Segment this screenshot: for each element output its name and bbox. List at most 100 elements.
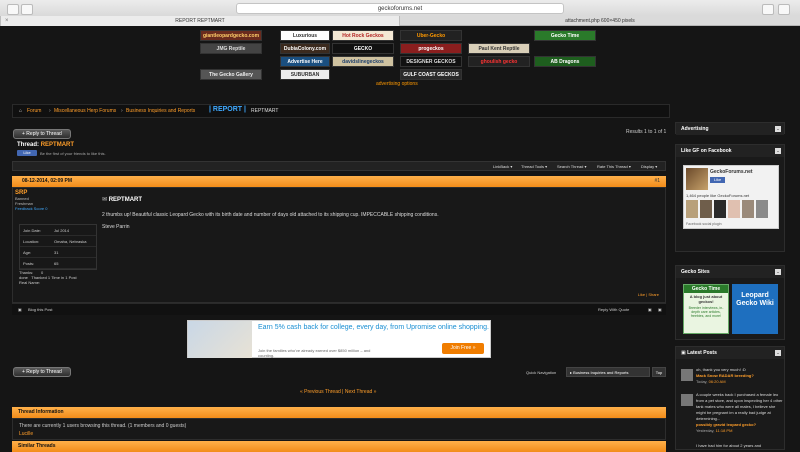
latest-post-item[interactable]: A couple weeks back I purchased a female…	[696, 392, 784, 434]
avatar[interactable]	[686, 200, 698, 218]
upromise-ad[interactable]: Earn 5% cash back for college, every day…	[187, 320, 491, 358]
sidebar-facebook: Like GF on Facebook – GeckoForums.net Lik…	[675, 144, 785, 252]
avatar[interactable]	[681, 369, 693, 381]
quick-navigation-select[interactable]: ▸ Business Inquiries and Reports	[566, 367, 650, 377]
facebook-like-button[interactable]: Like	[17, 150, 37, 156]
reply-to-thread-button[interactable]: + Reply to Thread	[13, 129, 71, 139]
post-header: 08-12-2014, 02:09 PM #1	[12, 176, 666, 187]
quick-navigation-label: Quick Navigation	[526, 370, 557, 375]
banner-ad[interactable]: progeckos	[400, 43, 462, 54]
thread-tools-menu[interactable]: Thread Tools ▾	[521, 164, 547, 169]
breadcrumb-separator: ›	[121, 108, 123, 114]
reply-to-thread-button-bottom[interactable]: + Reply to Thread	[13, 367, 71, 377]
top-button[interactable]: Top	[652, 367, 666, 377]
facebook-widget: GeckoForums.net Like 1,464 people like G…	[683, 165, 779, 229]
banner-ad[interactable]: SUBURBAN GECKOS	[280, 69, 330, 80]
tabs-icon[interactable]	[778, 4, 790, 15]
reply-with-quote-link[interactable]: Reply With Quote	[598, 307, 629, 312]
thread-title: Thread: REPTMART	[17, 142, 75, 148]
share-link[interactable]: Share	[648, 292, 659, 297]
sidebar-icon[interactable]	[21, 4, 33, 15]
tab-attachment[interactable]: attachment.php 600×450 pixels	[400, 16, 800, 26]
banner-ad[interactable]: Hot Rock Geckos	[332, 30, 394, 41]
facebook-plugin-label: Facebook social plugin	[686, 222, 722, 226]
share-icon[interactable]	[762, 4, 774, 15]
prev-next-thread[interactable]: « Previous Thread | Next Thread »	[300, 389, 376, 395]
post: SRP Banned Freshman Feedback Score 0 Joi…	[12, 187, 666, 303]
collapse-icon[interactable]: –	[775, 350, 781, 356]
blog-this-post-link[interactable]: Blog this Post	[28, 307, 52, 312]
advertising-options-link[interactable]: advertising options	[376, 81, 418, 87]
feedback-score[interactable]: Feedback Score 0	[15, 206, 97, 211]
avatar[interactable]	[756, 200, 768, 218]
banner-ad[interactable]: Luxurious Leopards	[280, 30, 330, 41]
blog-icon: ▣	[18, 307, 22, 312]
close-icon[interactable]: ×	[5, 16, 9, 26]
multiquote-icon[interactable]: ▣	[648, 307, 652, 312]
quick-reply-icon[interactable]: ▣	[658, 307, 662, 312]
banner-ad[interactable]: davidslinegeckos	[332, 56, 394, 67]
linkback-menu[interactable]: LinkBack ▾	[493, 164, 512, 169]
breadcrumb-misc-herp[interactable]: Miscellaneous Herp Forums	[54, 108, 116, 114]
rate-thread-menu[interactable]: Rate This Thread ▾	[597, 164, 631, 169]
banner-ad[interactable]: ghoulish gecko	[468, 56, 530, 67]
tab-report[interactable]: × REPORT REPTMART	[0, 16, 400, 26]
avatar[interactable]	[728, 200, 740, 218]
banner-ad[interactable]: JMG Reptile	[200, 43, 262, 54]
thread-info-header: Thread Information	[12, 407, 666, 418]
breadcrumb-business[interactable]: Business Inquiries and Reports	[126, 108, 195, 114]
thanks-info: Thanks: 0 done Thanked 1 Time in 1 Post …	[19, 270, 77, 285]
like-link[interactable]: Like	[638, 292, 645, 297]
facebook-like-text: Be the first of your friends to like thi…	[40, 151, 106, 156]
ad-headline: Earn 5% cash back for college, every day…	[258, 324, 489, 331]
banner-ad[interactable]: giantleopardgecko.com	[200, 30, 262, 41]
breadcrumb-forum[interactable]: Forum	[27, 108, 41, 114]
banner-ad[interactable]: Uber-Gecko	[400, 30, 462, 41]
post-body: 2 thumbs up! Beautiful classic Leopard G…	[102, 212, 439, 230]
search-thread-menu[interactable]: Search Thread ▾	[557, 164, 587, 169]
display-menu[interactable]: Display ▾	[641, 164, 657, 169]
banner-ad[interactable]: AB Dragons	[534, 56, 596, 67]
latest-post-item[interactable]: I have had him for about 2 years and	[696, 443, 784, 449]
breadcrumb-current-sub: REPTMART	[251, 108, 279, 114]
facebook-count: 1,464 people like GeckoForums.net	[686, 193, 750, 198]
banner-ad[interactable]: GULF COAST GECKOS	[400, 69, 462, 80]
tab-bar: × REPORT REPTMART attachment.php 600×450…	[0, 16, 800, 26]
similar-threads-header: Similar Threads	[12, 441, 666, 452]
avatar[interactable]	[742, 200, 754, 218]
facebook-page-name[interactable]: GeckoForums.net	[710, 169, 753, 175]
gecko-time-link[interactable]: Gecko Time A blog just about geckos! Bre…	[683, 284, 729, 334]
collapse-icon[interactable]: –	[775, 269, 781, 275]
collapse-icon[interactable]: –	[775, 148, 781, 154]
ad-photo	[188, 321, 252, 358]
thread-info-body: There are currently 1 users browsing thi…	[12, 418, 666, 440]
gecko-logo	[686, 168, 708, 190]
user-details: Join Date: Jul 2014 Location: Omaha, Nebra…	[19, 224, 97, 270]
banner-ad[interactable]: Paul Kent Reptile	[468, 43, 530, 54]
latest-post-item[interactable]: oh, thank you very much! :D Mack Snow RA…	[696, 367, 784, 385]
avatar[interactable]	[700, 200, 712, 218]
join-free-button[interactable]: Join Free »	[442, 343, 484, 354]
like-share: Like | Share	[637, 292, 659, 297]
collapse-icon[interactable]: –	[775, 126, 781, 132]
browsing-user[interactable]: Lucille	[19, 430, 659, 438]
home-icon[interactable]: ⌂	[19, 108, 22, 114]
ad-subtext: Join the families who've already earned …	[258, 348, 371, 358]
breadcrumb: ⌂ Forum › Miscellaneous Herp Forums › Bu…	[12, 104, 670, 118]
post-footer: ▣ Blog this Post Reply With Quote ▣ ▣	[12, 303, 666, 315]
banner-ad[interactable]: DESIGNER GECKOS	[400, 56, 462, 67]
address-bar[interactable]: geckoforums.net	[236, 3, 564, 14]
banner-ad[interactable]: Gecko Time	[534, 30, 596, 41]
facebook-page-like[interactable]: Like	[710, 177, 725, 183]
banner-ad[interactable]: GECKO	[332, 43, 394, 54]
leopard-gecko-wiki-link[interactable]: Leopard Gecko Wiki	[732, 284, 778, 334]
sidebar-gecko-sites: Gecko Sites – Gecko Time A blog just abou…	[675, 265, 785, 340]
avatar[interactable]	[681, 394, 693, 406]
post-number[interactable]: #1	[654, 178, 660, 184]
banner-ad[interactable]: DubiaColony.com	[280, 43, 330, 54]
banner-ad[interactable]: Advertise Here	[280, 56, 330, 67]
banner-ad[interactable]: The Gecko Gallery	[200, 69, 262, 80]
post-icon: ✉	[102, 197, 108, 203]
back-icon[interactable]	[7, 4, 19, 15]
avatar[interactable]	[714, 200, 726, 218]
